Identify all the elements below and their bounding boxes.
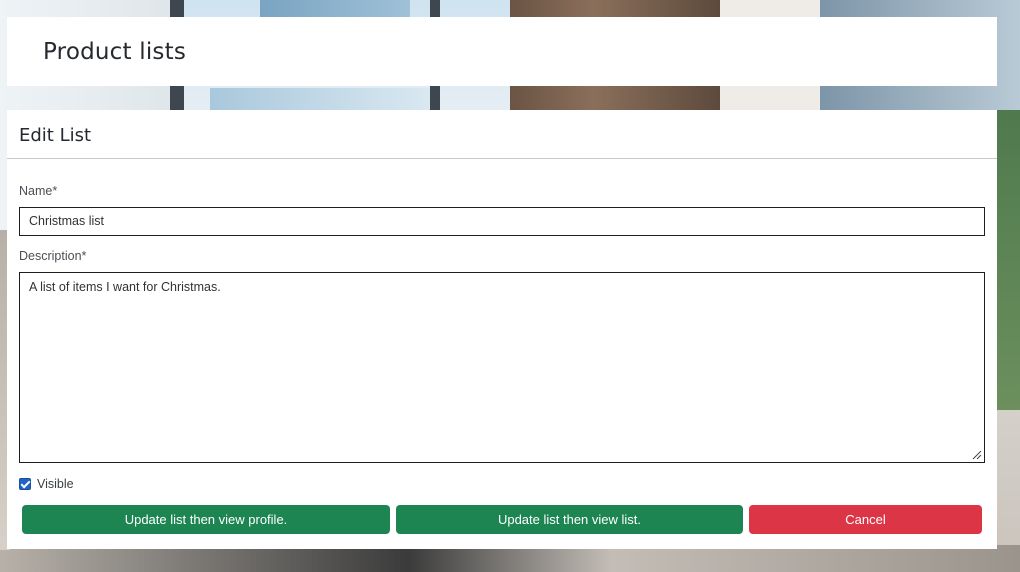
- visible-checkbox[interactable]: [19, 478, 31, 490]
- description-label: Description*: [19, 249, 87, 263]
- update-then-view-profile-button[interactable]: Update list then view profile.: [22, 505, 390, 534]
- page-header: Product lists: [7, 17, 997, 86]
- description-textarea[interactable]: A list of items I want for Christmas.: [19, 272, 985, 463]
- edit-list-form: Edit List Name* Christmas list Descripti…: [7, 110, 997, 549]
- name-input[interactable]: Christmas list: [19, 207, 985, 236]
- visible-toggle-row: Visible: [19, 476, 74, 492]
- cancel-button[interactable]: Cancel: [749, 505, 982, 534]
- description-text: A list of items I want for Christmas.: [29, 280, 221, 294]
- update-then-view-list-button[interactable]: Update list then view list.: [396, 505, 743, 534]
- divider: [7, 158, 997, 159]
- name-label: Name*: [19, 184, 58, 198]
- page-title: Product lists: [43, 39, 187, 65]
- form-heading: Edit List: [19, 125, 92, 146]
- visible-label: Visible: [37, 477, 74, 491]
- resize-handle-icon[interactable]: [971, 449, 982, 460]
